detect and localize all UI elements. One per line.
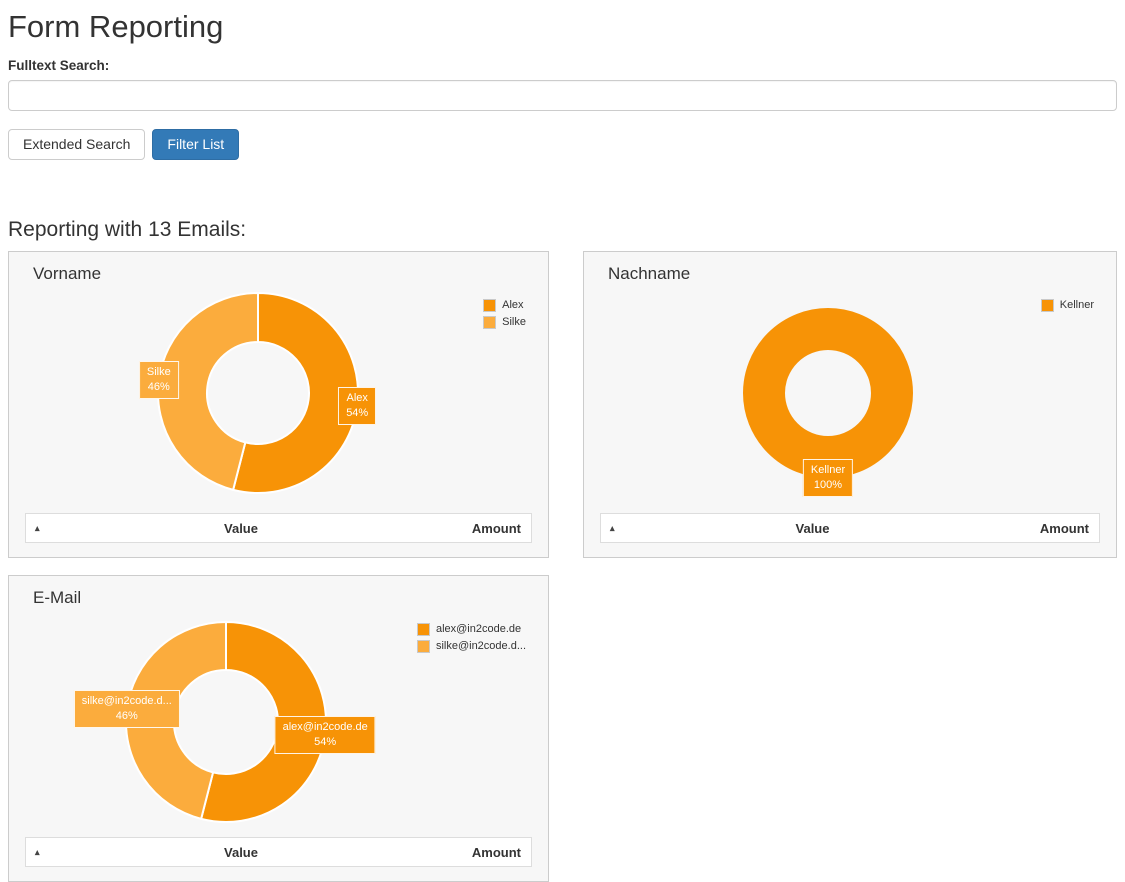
slice-label-percent: 54%	[283, 735, 368, 750]
amount-column-header[interactable]: Amount	[416, 521, 531, 536]
slice-label-name: silke@in2code.d...	[82, 694, 172, 709]
reporting-heading: Reporting with 13 Emails:	[8, 218, 1117, 242]
slice-label-name: alex@in2code.de	[283, 720, 368, 735]
value-column-header[interactable]: Value	[66, 521, 416, 536]
slice-data-label: Kellner100%	[803, 459, 853, 497]
slice-data-label: Silke46%	[139, 361, 179, 399]
toolbar: Extended Search Filter List	[8, 129, 1117, 160]
legend-label: silke@in2code.d...	[436, 639, 526, 654]
main-content: Form Reporting Fulltext Search: Extended…	[0, 9, 1125, 242]
donut-chart-svg	[9, 252, 548, 557]
value-amount-table-header: ▴ Value Amount	[600, 513, 1100, 543]
report-panel-grid: Vorname AlexSilke ▴ Value Amount Alex54%…	[8, 251, 1117, 882]
legend-item: silke@in2code.d...	[417, 639, 526, 654]
slice-label-name: Silke	[147, 365, 171, 380]
slice-label-percent: 100%	[811, 478, 845, 493]
chart-legend: alex@in2code.de silke@in2code.d...	[417, 622, 526, 656]
legend-label: Kellner	[1060, 298, 1094, 313]
legend-swatch-icon	[483, 299, 496, 312]
value-amount-table-header: ▴ Value Amount	[25, 837, 532, 867]
chart-legend: Kellner	[1041, 298, 1094, 315]
slice-label-percent: 54%	[346, 406, 368, 421]
value-amount-table-header: ▴ Value Amount	[25, 513, 532, 543]
slice-label-name: Alex	[346, 391, 368, 406]
slice-data-label: Alex54%	[338, 387, 376, 425]
extended-search-button[interactable]: Extended Search	[8, 129, 145, 160]
slice-label-percent: 46%	[82, 709, 172, 724]
slice-data-label: alex@in2code.de54%	[275, 716, 376, 754]
filter-list-button[interactable]: Filter List	[152, 129, 239, 160]
sort-caret-icon[interactable]: ▴	[601, 523, 641, 534]
slice-label-percent: 46%	[147, 380, 171, 395]
legend-item: Alex	[483, 298, 526, 313]
legend-swatch-icon	[1041, 299, 1054, 312]
slice-label-name: Kellner	[811, 463, 845, 478]
legend-label: alex@in2code.de	[436, 622, 521, 637]
sort-caret-icon[interactable]: ▴	[26, 847, 66, 858]
sort-caret-icon[interactable]: ▴	[26, 523, 66, 534]
legend-item: Silke	[483, 315, 526, 330]
legend-item: alex@in2code.de	[417, 622, 526, 637]
legend-label: Alex	[502, 298, 523, 313]
page-title: Form Reporting	[8, 9, 1117, 45]
legend-swatch-icon	[417, 640, 430, 653]
legend-swatch-icon	[417, 623, 430, 636]
pie-slice	[764, 329, 892, 457]
amount-column-header[interactable]: Amount	[984, 521, 1099, 536]
report-panel-vorname: Vorname AlexSilke ▴ Value Amount Alex54%…	[8, 251, 549, 558]
value-column-header[interactable]: Value	[641, 521, 984, 536]
slice-data-label: silke@in2code.d...46%	[74, 690, 180, 728]
legend-item: Kellner	[1041, 298, 1094, 313]
fulltext-search-input[interactable]	[8, 80, 1117, 111]
fulltext-search-label: Fulltext Search:	[8, 58, 1117, 73]
chart-legend: Alex Silke	[483, 298, 526, 332]
legend-label: Silke	[502, 315, 526, 330]
amount-column-header[interactable]: Amount	[416, 845, 531, 860]
report-panel-nachname: Nachname Kellner ▴ Value Amount Kellner1…	[583, 251, 1117, 558]
legend-swatch-icon	[483, 316, 496, 329]
report-panel-email: E-Mail alex@in2code.desilke@in2code.d...…	[8, 575, 549, 882]
value-column-header[interactable]: Value	[66, 845, 416, 860]
